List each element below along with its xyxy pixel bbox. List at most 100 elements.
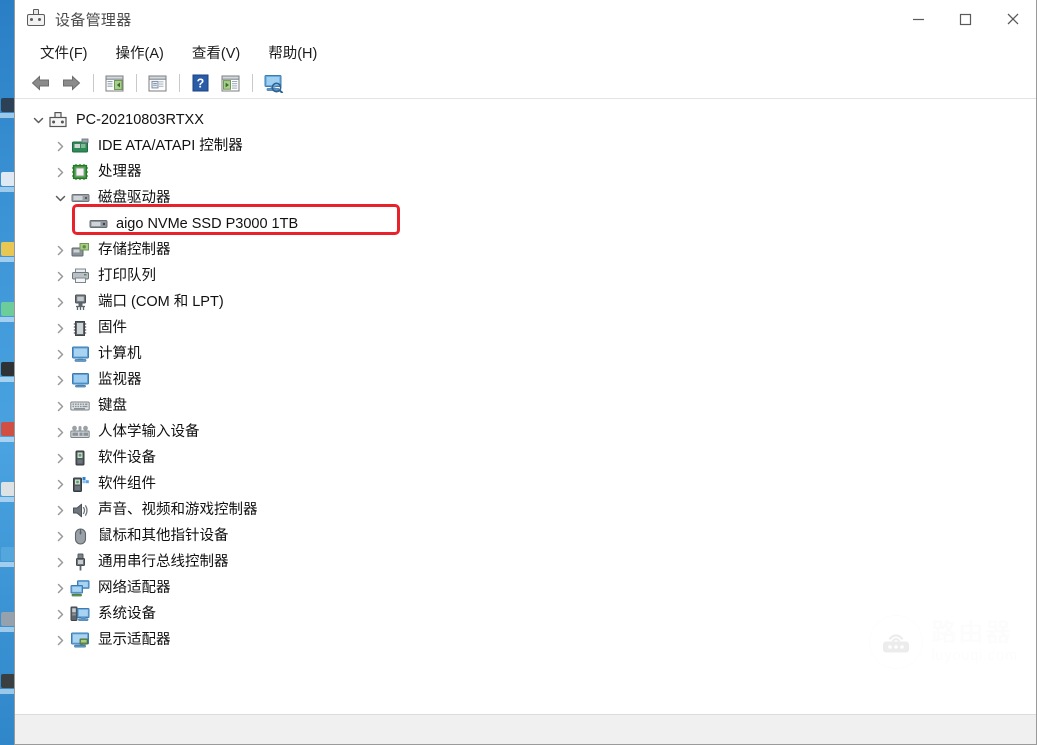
chevron-right-icon[interactable] bbox=[51, 159, 69, 185]
tree-item-network-adapters[interactable]: 网络适配器 bbox=[15, 575, 1036, 601]
maximize-button[interactable] bbox=[942, 0, 989, 38]
chevron-down-icon[interactable] bbox=[29, 107, 47, 133]
tree-item-label: 软件设备 bbox=[98, 448, 156, 468]
system-device-icon bbox=[69, 604, 91, 624]
tree-item-label: IDE ATA/ATAPI 控制器 bbox=[98, 136, 243, 156]
tree-item-label: PC-20210803RTXX bbox=[76, 110, 204, 130]
device-tree: PC-20210803RTXX IDE ATA/ATAPI 控制器 bbox=[15, 107, 1036, 714]
storage-controller-icon bbox=[69, 240, 91, 260]
chevron-right-icon[interactable] bbox=[51, 523, 69, 549]
tree-item-display-adapters[interactable]: 显示适配器 bbox=[15, 627, 1036, 653]
forward-arrow-icon[interactable] bbox=[57, 71, 85, 95]
ide-controller-icon bbox=[69, 136, 91, 156]
usb-icon bbox=[69, 552, 91, 572]
back-arrow-icon[interactable] bbox=[27, 71, 55, 95]
chevron-right-icon[interactable] bbox=[51, 549, 69, 575]
tree-item-label: aigo NVMe SSD P3000 1TB bbox=[116, 214, 298, 234]
tree-item-label: 键盘 bbox=[98, 396, 127, 416]
toolbar-separator bbox=[93, 74, 94, 92]
chevron-right-icon[interactable] bbox=[51, 341, 69, 367]
tree-item-software-components[interactable]: 软件组件 bbox=[15, 471, 1036, 497]
chevron-right-icon[interactable] bbox=[51, 367, 69, 393]
title-bar[interactable]: 设备管理器 bbox=[15, 0, 1036, 38]
tree-item-keyboards[interactable]: 键盘 bbox=[15, 393, 1036, 419]
chevron-right-icon[interactable] bbox=[51, 263, 69, 289]
tree-item-firmware[interactable]: 固件 bbox=[15, 315, 1036, 341]
chevron-right-icon[interactable] bbox=[51, 133, 69, 159]
tree-item-aigo-ssd[interactable]: aigo NVMe SSD P3000 1TB bbox=[15, 211, 1036, 237]
toolbar: ? bbox=[15, 68, 1036, 99]
chevron-right-icon[interactable] bbox=[51, 497, 69, 523]
tree-item-label: 打印队列 bbox=[98, 266, 156, 286]
minimize-button[interactable] bbox=[895, 0, 942, 38]
chevron-right-icon[interactable] bbox=[51, 627, 69, 653]
tree-item-monitors[interactable]: 监视器 bbox=[15, 367, 1036, 393]
chevron-right-icon[interactable] bbox=[51, 445, 69, 471]
toolbar-separator bbox=[252, 74, 253, 92]
chevron-right-icon[interactable] bbox=[51, 289, 69, 315]
tree-item-label: 鼠标和其他指针设备 bbox=[98, 526, 229, 546]
tree-item-computer[interactable]: 计算机 bbox=[15, 341, 1036, 367]
monitor-icon bbox=[69, 370, 91, 390]
toolbar-separator bbox=[136, 74, 137, 92]
toolbar-separator bbox=[179, 74, 180, 92]
tree-item-hid[interactable]: 人体学输入设备 bbox=[15, 419, 1036, 445]
disk-device-icon bbox=[87, 214, 109, 234]
tree-item-label: 磁盘驱动器 bbox=[98, 188, 171, 208]
close-icon bbox=[1006, 12, 1020, 26]
tree-item-system-devices[interactable]: 系统设备 bbox=[15, 601, 1036, 627]
tree-item-label: 计算机 bbox=[98, 344, 142, 364]
tree-item-usb-controllers[interactable]: 通用串行总线控制器 bbox=[15, 549, 1036, 575]
chevron-right-icon[interactable] bbox=[51, 419, 69, 445]
menu-view[interactable]: 查看(V) bbox=[181, 39, 251, 67]
menu-file[interactable]: 文件(F) bbox=[29, 39, 99, 67]
menu-help[interactable]: 帮助(H) bbox=[257, 39, 328, 67]
show-hide-console-tree-icon[interactable] bbox=[100, 71, 128, 95]
tree-item-label: 人体学输入设备 bbox=[98, 422, 200, 442]
software-device-icon bbox=[69, 448, 91, 468]
tree-item-root[interactable]: PC-20210803RTXX bbox=[15, 107, 1036, 133]
device-tree-pane[interactable]: PC-20210803RTXX IDE ATA/ATAPI 控制器 bbox=[15, 99, 1036, 714]
tree-item-mice[interactable]: 鼠标和其他指针设备 bbox=[15, 523, 1036, 549]
keyboard-icon bbox=[69, 396, 91, 416]
print-queue-icon bbox=[69, 266, 91, 286]
tree-item-print-queues[interactable]: 打印队列 bbox=[15, 263, 1036, 289]
tree-item-label: 端口 (COM 和 LPT) bbox=[98, 292, 224, 312]
tree-item-disk-drives[interactable]: 磁盘驱动器 bbox=[15, 185, 1036, 211]
status-bar bbox=[15, 714, 1036, 744]
properties-icon[interactable] bbox=[143, 71, 171, 95]
window-controls bbox=[895, 0, 1036, 38]
tree-item-storage-controllers[interactable]: 存储控制器 bbox=[15, 237, 1036, 263]
tree-item-ide-controller[interactable]: IDE ATA/ATAPI 控制器 bbox=[15, 133, 1036, 159]
tree-item-software-devices[interactable]: 软件设备 bbox=[15, 445, 1036, 471]
chevron-right-icon[interactable] bbox=[51, 471, 69, 497]
tree-item-label: 处理器 bbox=[98, 162, 142, 182]
tree-item-label: 监视器 bbox=[98, 370, 142, 390]
chevron-right-icon[interactable] bbox=[51, 393, 69, 419]
tree-item-processor[interactable]: 处理器 bbox=[15, 159, 1036, 185]
device-manager-window: 设备管理器 文件(F) 操作(A) 查看(V) bbox=[14, 0, 1037, 745]
help-icon[interactable]: ? bbox=[186, 71, 214, 95]
computer-icon bbox=[69, 344, 91, 364]
tree-item-sound-video-game[interactable]: 声音、视频和游戏控制器 bbox=[15, 497, 1036, 523]
disk-drive-icon bbox=[69, 188, 91, 208]
chevron-down-icon[interactable] bbox=[51, 185, 69, 211]
svg-text:?: ? bbox=[196, 76, 204, 90]
firmware-icon bbox=[69, 318, 91, 338]
computer-root-icon bbox=[47, 110, 69, 130]
device-manager-icon bbox=[26, 9, 46, 29]
chevron-right-icon[interactable] bbox=[51, 601, 69, 627]
software-component-icon bbox=[69, 474, 91, 494]
tree-item-label: 通用串行总线控制器 bbox=[98, 552, 229, 572]
close-button[interactable] bbox=[989, 0, 1036, 38]
chevron-right-icon[interactable] bbox=[51, 315, 69, 341]
menu-bar: 文件(F) 操作(A) 查看(V) 帮助(H) bbox=[15, 38, 1036, 68]
hid-icon bbox=[69, 422, 91, 442]
scan-hardware-changes-icon[interactable] bbox=[259, 71, 287, 95]
menu-action[interactable]: 操作(A) bbox=[105, 39, 175, 67]
update-driver-icon[interactable] bbox=[216, 71, 244, 95]
mouse-icon bbox=[69, 526, 91, 546]
chevron-right-icon[interactable] bbox=[51, 575, 69, 601]
tree-item-ports[interactable]: 端口 (COM 和 LPT) bbox=[15, 289, 1036, 315]
chevron-right-icon[interactable] bbox=[51, 237, 69, 263]
